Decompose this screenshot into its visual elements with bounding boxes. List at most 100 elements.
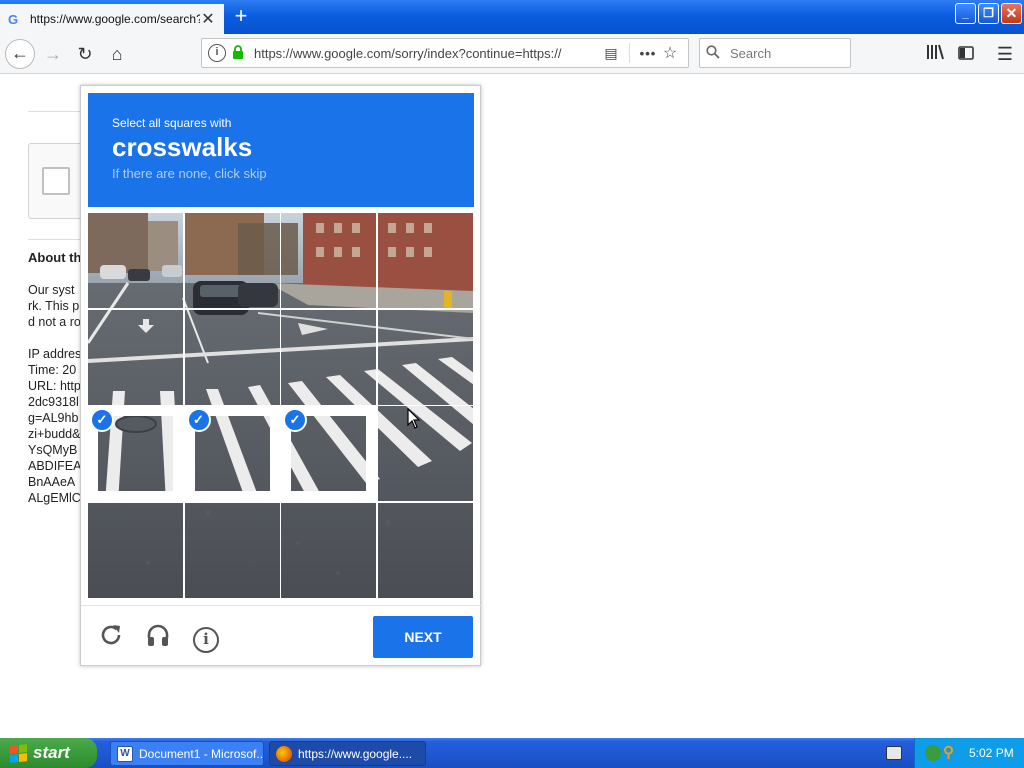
hamburger-menu-icon[interactable]: ☰: [990, 39, 1020, 69]
url-text[interactable]: https://www.google.com/sorry/index?conti…: [254, 46, 601, 61]
tab-title: https://www.google.com/search?q: [30, 12, 200, 26]
more-icon[interactable]: •••: [638, 46, 658, 61]
keyboard-icon[interactable]: [886, 746, 902, 760]
street-image: [281, 213, 376, 308]
captcha-tile[interactable]: [184, 502, 280, 598]
street-image: [281, 502, 376, 598]
search-icon: [706, 44, 722, 62]
start-button[interactable]: start: [0, 738, 97, 768]
recaptcha-checkbox[interactable]: [42, 167, 70, 195]
street-image: [88, 213, 183, 308]
ip-info-line: ABDIFEA: [28, 459, 82, 473]
reload-icon[interactable]: [95, 622, 127, 654]
street-image: [184, 502, 280, 598]
library-icon[interactable]: [920, 39, 950, 69]
system-tray: ⚲ 5:02 PM: [914, 738, 1024, 768]
captcha-tile[interactable]: ✓: [184, 406, 280, 501]
ip-info-line: zi+budd&: [28, 427, 81, 441]
ip-info-line: Time: 20: [28, 363, 77, 377]
browser-tab[interactable]: G https://www.google.com/search?q ✕: [0, 2, 224, 34]
captcha-tile[interactable]: [184, 309, 280, 405]
street-image: [377, 502, 473, 598]
divider: [28, 239, 88, 240]
sidebar-icon[interactable]: [951, 39, 981, 69]
check-icon: ✓: [283, 408, 307, 432]
taskbar-item-word[interactable]: W Document1 - Microsof...: [110, 741, 264, 766]
lock-icon: [232, 44, 246, 62]
about-line: Our syst: [28, 283, 75, 297]
street-image: [377, 309, 473, 405]
captcha-tile[interactable]: ✓: [88, 406, 183, 501]
word-icon: W: [117, 745, 133, 762]
recaptcha-challenge-dialog: Select all squares with crosswalks If th…: [80, 85, 482, 667]
ip-info-line: IP addres: [28, 347, 82, 361]
tab-close-icon[interactable]: ✕: [200, 9, 216, 29]
navigation-toolbar: ← → ↻ ⌂ i https://www.google.com/sorry/i…: [0, 34, 1024, 74]
ip-info-line: BnAAeA: [28, 475, 76, 489]
browser-titlebar: G https://www.google.com/search?q ✕ + _ …: [0, 0, 1024, 34]
new-tab-button[interactable]: +: [228, 4, 254, 30]
captcha-tile[interactable]: [281, 502, 376, 598]
instruction-keyword: crosswalks: [112, 132, 253, 162]
search-icon[interactable]: ⚲: [943, 743, 961, 761]
taskbar-item-label: Document1 - Microsof...: [139, 746, 264, 761]
restore-button[interactable]: ❐: [978, 3, 999, 24]
challenge-footer: i NEXT: [81, 605, 482, 667]
instruction-text: Select all squares with: [112, 116, 232, 130]
captcha-tile[interactable]: [377, 406, 473, 501]
ip-info-line: YsQMyB: [28, 443, 78, 457]
check-icon: ✓: [90, 408, 114, 432]
info-icon[interactable]: i: [190, 622, 222, 654]
site-info-icon[interactable]: i: [208, 44, 226, 62]
captcha-tile[interactable]: [88, 213, 183, 308]
minimize-button[interactable]: _: [955, 3, 976, 24]
clock: 5:02 PM: [969, 746, 1014, 760]
street-image: [281, 309, 376, 405]
street-image: [184, 309, 280, 405]
captcha-tile[interactable]: [377, 502, 473, 598]
recaptcha-widget: [28, 143, 88, 219]
street-image: [377, 213, 473, 308]
reload-icon[interactable]: ↻: [70, 39, 100, 69]
challenge-header: Select all squares with crosswalks If th…: [88, 93, 474, 207]
street-image: [88, 309, 183, 405]
url-separator: [629, 43, 630, 63]
captcha-tile[interactable]: [184, 213, 280, 308]
windows-taskbar: start W Document1 - Microsof... https://…: [0, 738, 1024, 768]
captcha-tile[interactable]: [377, 213, 473, 308]
about-line: rk. This p: [28, 299, 80, 313]
back-arrow-icon[interactable]: ←: [5, 39, 35, 69]
headphones-icon[interactable]: [142, 622, 174, 654]
google-favicon-icon: G: [8, 11, 19, 27]
captcha-tile[interactable]: [281, 309, 376, 405]
windows-logo-icon: [10, 743, 27, 763]
search-bar[interactable]: [699, 38, 851, 68]
reader-mode-icon[interactable]: ▤: [601, 45, 621, 62]
forward-arrow-icon[interactable]: →: [38, 39, 68, 69]
captcha-tile[interactable]: ✓: [281, 406, 376, 501]
close-window-button[interactable]: ✕: [1001, 3, 1022, 24]
about-heading: About th: [28, 250, 82, 265]
captcha-tile[interactable]: [88, 309, 183, 405]
street-image: [184, 213, 280, 308]
street-image: [377, 406, 473, 501]
ip-info-line: g=AL9hb: [28, 411, 79, 425]
ip-info: IP addres Time: 20 URL: http 2dc9318l g=…: [28, 346, 88, 506]
captcha-tile[interactable]: [88, 502, 183, 598]
url-bar[interactable]: i https://www.google.com/sorry/index?con…: [201, 38, 689, 68]
taskbar-item-firefox[interactable]: https://www.google....: [269, 741, 426, 766]
captcha-tile[interactable]: [377, 309, 473, 405]
start-label: start: [33, 743, 70, 762]
captcha-tile[interactable]: [281, 213, 376, 308]
image-grid: ✓ ✓ ✓: [88, 213, 474, 599]
street-image: [88, 502, 183, 598]
home-icon[interactable]: ⌂: [102, 39, 132, 69]
divider: [28, 111, 88, 112]
next-button[interactable]: NEXT: [373, 616, 473, 658]
ip-info-line: ALgEMlC: [28, 491, 81, 505]
network-icon[interactable]: [925, 745, 941, 761]
star-icon[interactable]: ☆: [658, 43, 682, 63]
search-input[interactable]: [730, 45, 840, 61]
ip-info-line: URL: http: [28, 379, 81, 393]
firefox-icon: [276, 745, 292, 762]
